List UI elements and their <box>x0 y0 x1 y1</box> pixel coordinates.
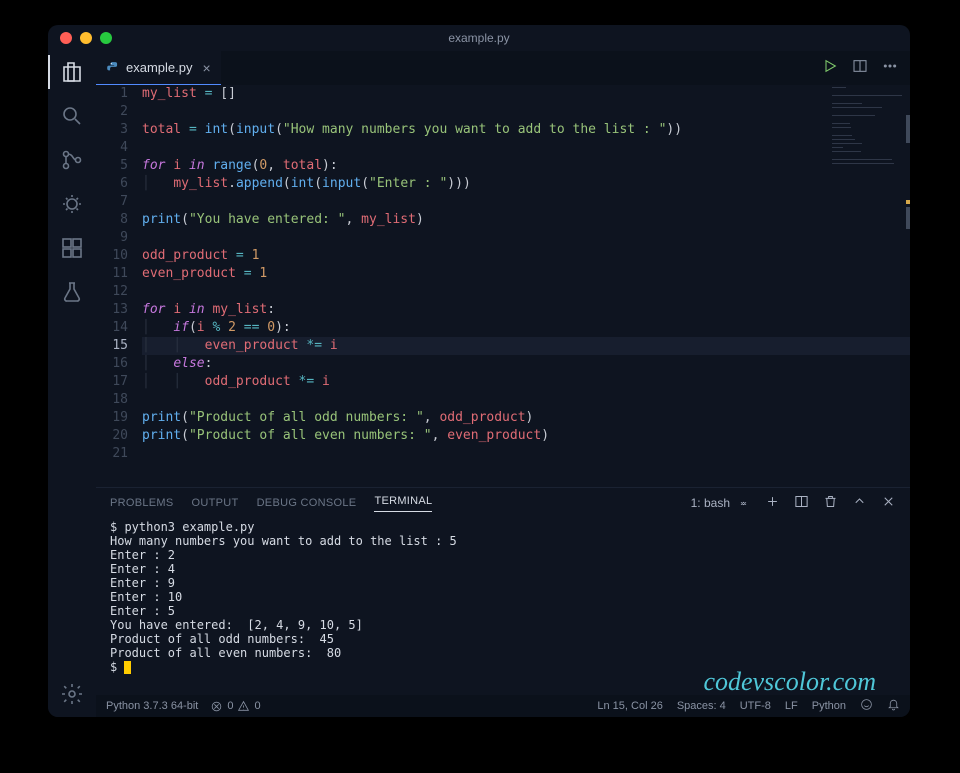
maximize-panel-icon[interactable] <box>852 494 867 512</box>
notifications-icon[interactable] <box>887 698 900 714</box>
panel-tabs: PROBLEMS OUTPUT DEBUG CONSOLE TERMINAL 1… <box>96 488 910 518</box>
debug-icon[interactable] <box>59 191 85 217</box>
code-area[interactable]: my_list = []total = int(input("How many … <box>142 85 910 487</box>
kill-terminal-icon[interactable] <box>823 494 838 512</box>
close-panel-icon[interactable] <box>881 494 896 512</box>
status-interpreter[interactable]: Python 3.7.3 64-bit <box>106 700 198 712</box>
more-actions-icon[interactable] <box>882 58 898 79</box>
split-terminal-icon[interactable] <box>794 494 809 512</box>
tab-filename: example.py <box>126 60 192 75</box>
feedback-icon[interactable] <box>860 698 873 714</box>
settings-gear-icon[interactable] <box>59 681 85 707</box>
run-icon[interactable] <box>822 58 838 79</box>
tab-bar: example.py × <box>96 51 910 85</box>
titlebar: example.py <box>48 25 910 51</box>
tab-example-py[interactable]: example.py × <box>96 51 221 85</box>
editor-window: example.py example.py × <box>48 25 910 717</box>
explorer-icon[interactable] <box>59 59 85 85</box>
bottom-panel: PROBLEMS OUTPUT DEBUG CONSOLE TERMINAL 1… <box>96 487 910 695</box>
code-editor[interactable]: 123456789101112131415161718192021 my_lis… <box>96 85 910 487</box>
status-language[interactable]: Python <box>812 700 846 712</box>
status-eol[interactable]: LF <box>785 700 798 712</box>
panel-tab-problems[interactable]: PROBLEMS <box>110 497 174 509</box>
activity-bar <box>48 51 96 717</box>
terminal-shell-select[interactable]: 1: bash <box>691 496 751 511</box>
watermark: codevscolor.com <box>703 667 876 697</box>
panel-tab-output[interactable]: OUTPUT <box>192 497 239 509</box>
flask-icon[interactable] <box>59 279 85 305</box>
window-title: example.py <box>48 31 910 45</box>
source-control-icon[interactable] <box>59 147 85 173</box>
python-file-icon <box>106 61 120 75</box>
line-gutter: 123456789101112131415161718192021 <box>96 85 142 487</box>
split-editor-icon[interactable] <box>852 58 868 79</box>
extensions-icon[interactable] <box>59 235 85 261</box>
status-cursor-pos[interactable]: Ln 15, Col 26 <box>597 700 662 712</box>
panel-tab-debug-console[interactable]: DEBUG CONSOLE <box>257 497 357 509</box>
overview-ruler <box>906 85 910 487</box>
status-bar: Python 3.7.3 64-bit 0 0 Ln 15, Col 26 Sp… <box>96 695 910 717</box>
panel-tab-terminal[interactable]: TERMINAL <box>374 495 432 512</box>
status-encoding[interactable]: UTF-8 <box>740 700 771 712</box>
new-terminal-icon[interactable] <box>765 494 780 512</box>
search-icon[interactable] <box>59 103 85 129</box>
tab-close-icon[interactable]: × <box>202 60 210 76</box>
status-problems[interactable]: 0 0 <box>210 700 260 713</box>
status-indent[interactable]: Spaces: 4 <box>677 700 726 712</box>
